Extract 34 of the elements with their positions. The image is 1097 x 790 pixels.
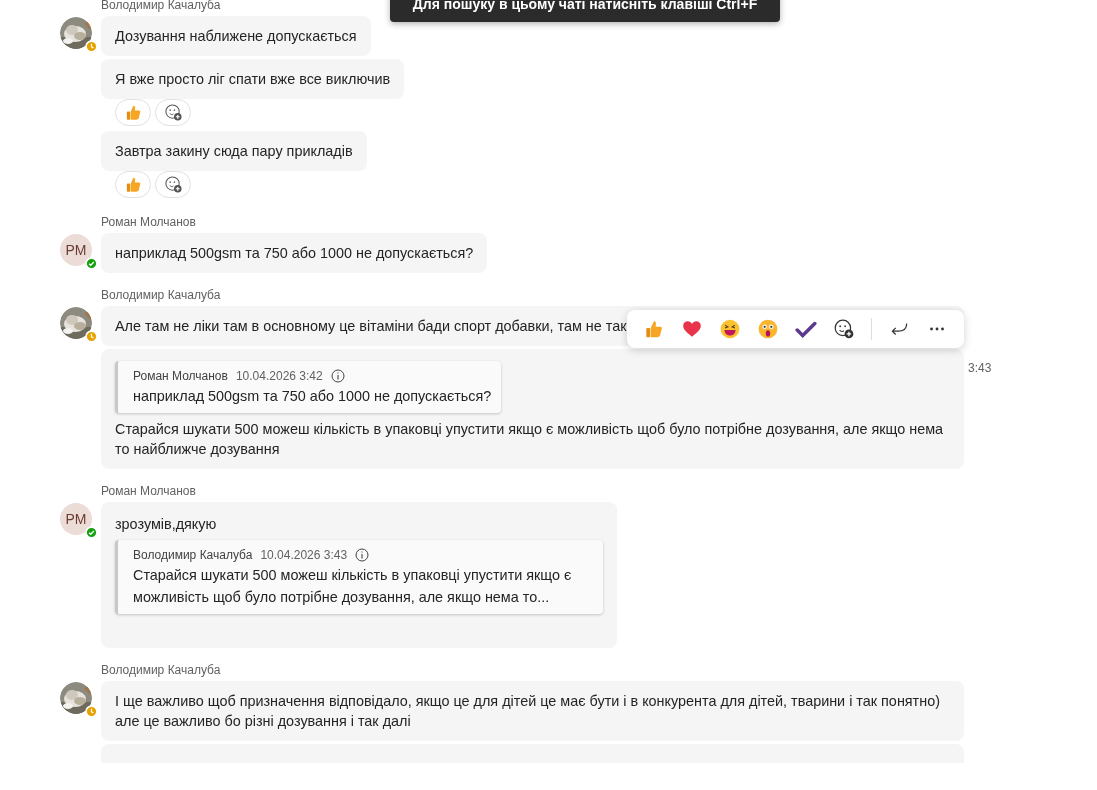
info-icon[interactable] — [330, 369, 345, 383]
avatar: РМ — [60, 503, 92, 535]
message-text: Я вже просто ліг спати вже все виключив — [115, 70, 391, 89]
thumbs-up-reaction[interactable] — [115, 171, 151, 198]
message-text: Але там не ліки там в основному це вітаміни бади спорт добавки, там не так — [115, 317, 627, 336]
avatar: РМ — [60, 234, 92, 266]
thumbs-up-reaction[interactable] — [115, 99, 151, 126]
quote-text: Старайся шукати 500 можеш кількість в упаковці упустити якщо є можливість щоб було потрібне дозування, але якщо нема то... — [133, 566, 573, 607]
sender-name: Володимир Качалуба — [101, 662, 221, 678]
laughing-face-icon[interactable] — [719, 318, 741, 340]
add-reaction-icon — [163, 103, 183, 122]
quote-date: 10.04.2026 3:42 — [235, 368, 323, 385]
message-text: Дозування наближене допускається — [115, 27, 357, 46]
add-reaction-button[interactable] — [155, 171, 191, 198]
sender-name: Володимир Качалуба — [101, 287, 221, 303]
sender-name: Роман Молчанов — [101, 483, 196, 499]
quote-date: 10.04.2026 3:43 — [260, 547, 348, 564]
add-reaction-icon[interactable] — [833, 318, 855, 340]
message-text: наприклад 500gsm та 750 або 1000 не допускається? — [115, 244, 474, 263]
sender-name: Володимир Качалуба — [101, 0, 221, 13]
quote-text: наприклад 500gsm та 750 або 1000 не допускається? — [133, 387, 492, 406]
thumbs-up-icon[interactable] — [643, 318, 665, 340]
message-time: 3:43 — [968, 361, 992, 375]
add-reaction-button[interactable] — [155, 99, 191, 126]
info-icon[interactable] — [355, 548, 370, 562]
quote-sender: Володимир Качалуба — [133, 547, 253, 564]
message-text: Завтра закину сюда пару прикладів — [115, 142, 353, 161]
message-text: І ще важливо щоб призначення відповідало, якщо це для дітей це має бути і в конкурента для дітей, тварини і так понятно) але це важливо бо різні дозування і так далі — [115, 692, 941, 731]
message-text: Старайся шукати 500 можеш кількість в упаковці упустити якщо є можливість щоб було потрібне дозування, але якщо нема то найближче дозування — [115, 420, 945, 459]
add-reaction-icon — [163, 175, 183, 194]
sender-name: Роман Молчанов — [101, 214, 196, 230]
message-text: зрозумів,дякую — [115, 515, 217, 534]
surprised-face-icon[interactable] — [757, 318, 779, 340]
quote-sender: Роман Молчанов — [133, 368, 228, 385]
